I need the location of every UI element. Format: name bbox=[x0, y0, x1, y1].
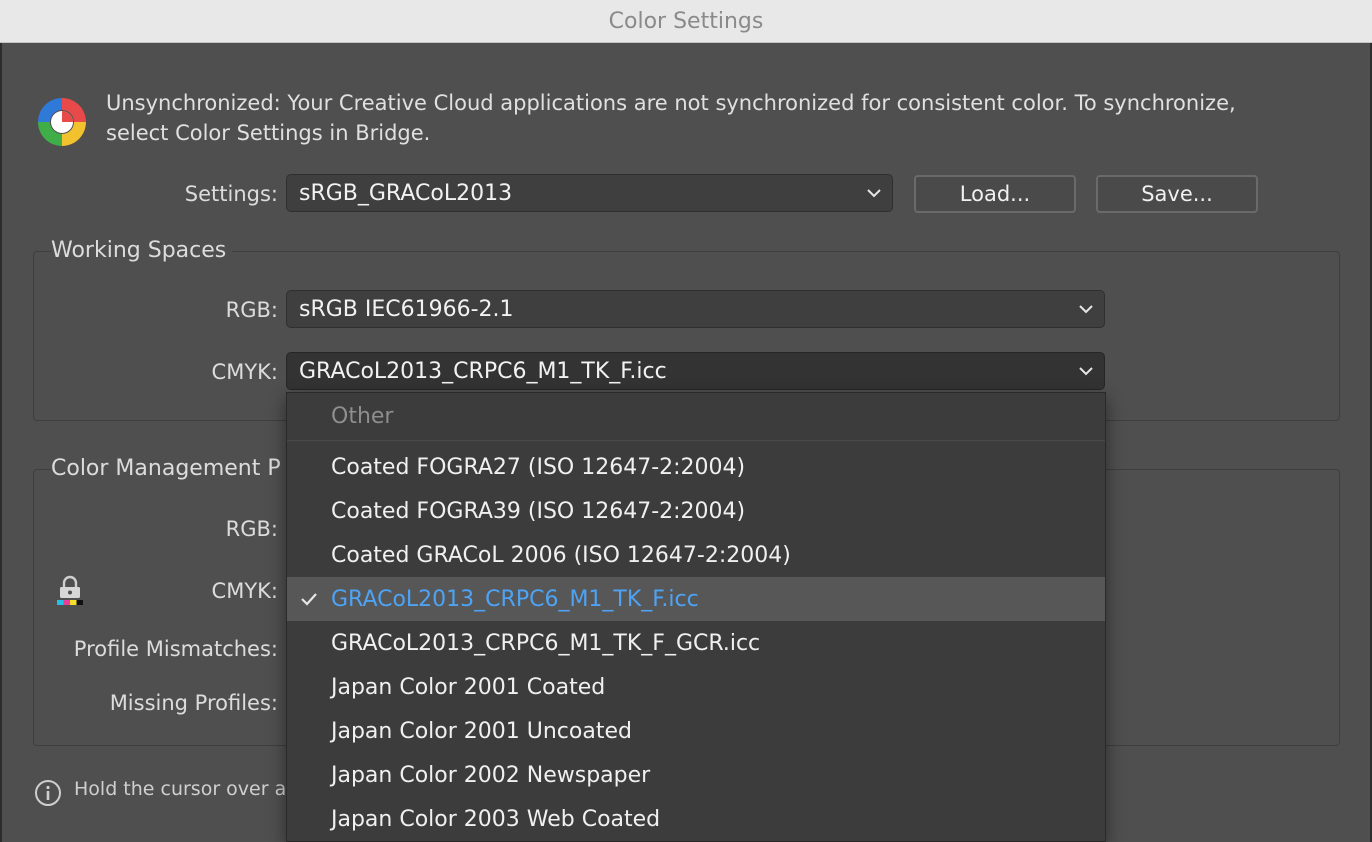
menu-item[interactable]: GRACoL2013_CRPC6_M1_TK_F_GCR.icc bbox=[287, 621, 1105, 665]
settings-label: Settings: bbox=[184, 182, 278, 206]
settings-value: sRGB_GRACoL2013 bbox=[299, 180, 513, 206]
chevron-down-icon bbox=[1068, 304, 1104, 314]
info-text: Hold the cursor over a bbox=[74, 778, 287, 800]
sync-status-message: Unsynchronized: Your Creative Cloud appl… bbox=[106, 91, 1236, 145]
cm-cmyk-label: CMYK: bbox=[211, 579, 278, 603]
menu-item-label: GRACoL2013_CRPC6_M1_TK_F_GCR.icc bbox=[331, 630, 761, 656]
cm-rgb-label: RGB: bbox=[225, 517, 278, 541]
window-title: Color Settings bbox=[608, 8, 764, 34]
ws-rgb-select[interactable]: sRGB IEC61966-2.1 bbox=[286, 290, 1105, 328]
ws-cmyk-label: CMYK: bbox=[211, 360, 278, 384]
menu-item[interactable]: Coated GRACoL 2006 (ISO 12647-2:2004) bbox=[287, 533, 1105, 577]
color-management-title: Color Management P bbox=[51, 456, 287, 481]
cmyk-dropdown-menu: Other Coated FOGRA27 (ISO 12647-2:2004) C… bbox=[286, 392, 1106, 842]
menu-item-label: Coated GRACoL 2006 (ISO 12647-2:2004) bbox=[331, 542, 791, 568]
menu-item[interactable]: Japan Color 2003 Web Coated bbox=[287, 797, 1105, 841]
menu-item[interactable]: GRACoL2013_CRPC6_M1_TK_F.icc bbox=[287, 577, 1105, 621]
checkmark-icon bbox=[297, 577, 321, 621]
menu-item[interactable]: Japan Color 2001 Coated bbox=[287, 665, 1105, 709]
settings-select[interactable]: sRGB_GRACoL2013 bbox=[286, 174, 893, 212]
ws-rgb-label: RGB: bbox=[225, 298, 278, 322]
menu-item-label: Japan Color 2001 Coated bbox=[331, 674, 606, 700]
menu-item[interactable]: Japan Color 2002 Newspaper bbox=[287, 753, 1105, 797]
ws-cmyk-select[interactable]: GRACoL2013_CRPC6_M1_TK_F.icc bbox=[286, 352, 1105, 390]
working-spaces-title: Working Spaces bbox=[51, 238, 233, 263]
save-button[interactable]: Save... bbox=[1096, 175, 1258, 213]
menu-item-label: Japan Color 2002 Newspaper bbox=[331, 762, 651, 788]
menu-section-header: Other bbox=[287, 393, 1105, 441]
load-button[interactable]: Load... bbox=[914, 175, 1076, 213]
ws-cmyk-value: GRACoL2013_CRPC6_M1_TK_F.icc bbox=[299, 358, 667, 384]
menu-item[interactable]: Coated FOGRA27 (ISO 12647-2:2004) bbox=[287, 445, 1105, 489]
menu-item-label: Japan Color 2001 Uncoated bbox=[331, 718, 632, 744]
menu-item[interactable]: Coated FOGRA39 (ISO 12647-2:2004) bbox=[287, 489, 1105, 533]
missing-profiles-label: Missing Profiles: bbox=[109, 691, 278, 715]
lock-icon bbox=[57, 575, 83, 605]
info-icon bbox=[35, 780, 61, 806]
chevron-down-icon bbox=[1068, 366, 1104, 376]
window-titlebar: Color Settings bbox=[0, 0, 1372, 43]
menu-list: Coated FOGRA27 (ISO 12647-2:2004) Coated … bbox=[287, 441, 1105, 841]
ws-rgb-value: sRGB IEC61966-2.1 bbox=[299, 296, 514, 322]
menu-item[interactable]: Japan Color 2001 Uncoated bbox=[287, 709, 1105, 753]
window-edge-left bbox=[0, 43, 2, 842]
menu-item-label: Coated FOGRA39 (ISO 12647-2:2004) bbox=[331, 498, 746, 524]
menu-item-label: Japan Color 2003 Web Coated bbox=[331, 806, 661, 832]
menu-item-label: Coated FOGRA27 (ISO 12647-2:2004) bbox=[331, 454, 746, 480]
color-sync-icon bbox=[38, 98, 86, 146]
menu-item-label: GRACoL2013_CRPC6_M1_TK_F.icc bbox=[331, 586, 699, 612]
chevron-down-icon bbox=[856, 188, 892, 198]
profile-mismatches-label: Profile Mismatches: bbox=[73, 637, 278, 661]
